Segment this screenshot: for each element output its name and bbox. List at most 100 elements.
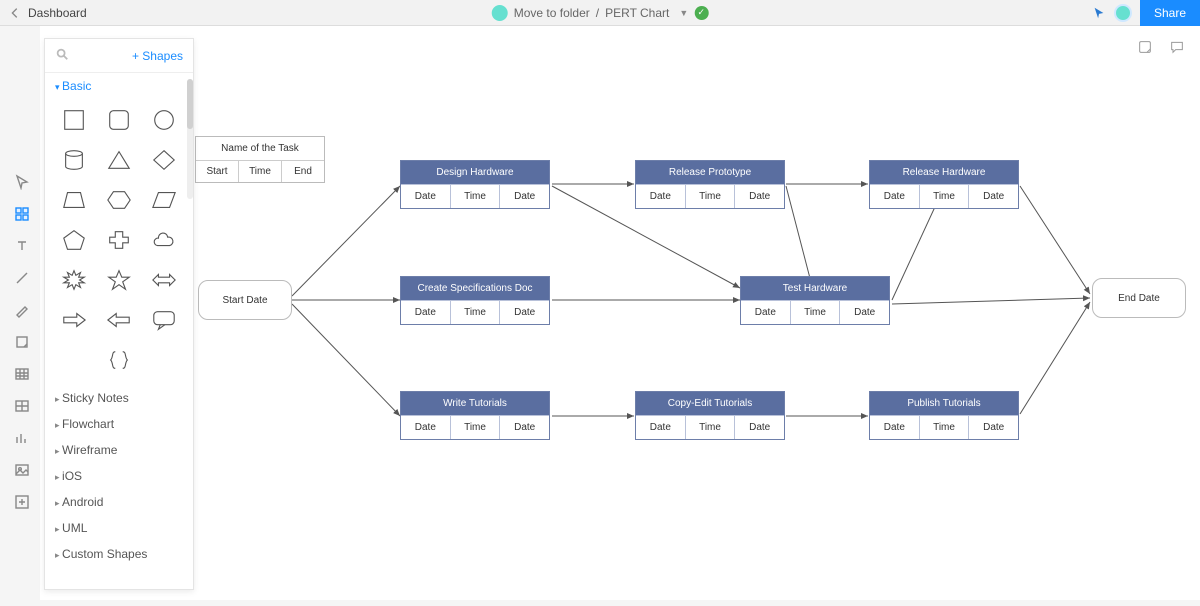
node-title: Release Hardware (870, 161, 1018, 184)
panel-scrollbar-thumb[interactable] (187, 79, 193, 129)
node-design-hardware[interactable]: Design Hardware DateTimeDate (400, 160, 550, 209)
add-shapes-button[interactable]: Shapes (132, 49, 183, 63)
user-avatar-icon[interactable] (1114, 4, 1132, 22)
top-bar: Dashboard Move to folder / PERT Chart ▼ … (0, 0, 1200, 26)
node-release-prototype[interactable]: Release Prototype DateTimeDate (635, 160, 785, 209)
cell-time: Time (686, 415, 736, 439)
node-start-date[interactable]: Start Date (198, 280, 292, 320)
line-tool-icon[interactable] (12, 268, 32, 288)
cell-date: Date (500, 300, 549, 324)
shape-burst-icon[interactable] (57, 267, 90, 293)
shape-triangle-icon[interactable] (102, 147, 135, 173)
node-title: Publish Tutorials (870, 392, 1018, 415)
shape-braces-icon[interactable] (102, 347, 135, 373)
cell-date: Date (969, 415, 1018, 439)
breadcrumb-caret-icon[interactable]: ▼ (679, 8, 688, 18)
node-title: Test Hardware (741, 277, 889, 300)
node-release-hardware[interactable]: Release Hardware DateTimeDate (869, 160, 1019, 209)
category-uml[interactable]: UML (45, 515, 193, 541)
category-sticky-notes[interactable]: Sticky Notes (45, 385, 193, 411)
legend-cell-end: End (282, 161, 324, 182)
node-write-tutorials[interactable]: Write Tutorials DateTimeDate (400, 391, 550, 440)
shape-pentagon-icon[interactable] (57, 227, 90, 253)
cell-date: Date (500, 184, 549, 208)
shape-trapezoid-icon[interactable] (57, 187, 90, 213)
shapes-tool-icon[interactable] (12, 204, 32, 224)
category-android[interactable]: Android (45, 489, 193, 515)
table-tool-icon[interactable] (12, 364, 32, 384)
dashboard-link[interactable]: Dashboard (28, 6, 87, 20)
legend-cell-time: Time (239, 161, 282, 182)
legend-cell-start: Start (196, 161, 239, 182)
shape-arrow-right-icon[interactable] (57, 307, 90, 333)
notes-panel-icon[interactable] (1134, 36, 1156, 58)
image-tool-icon[interactable] (12, 460, 32, 480)
shape-speech-bubble-icon[interactable] (148, 307, 181, 333)
text-tool-icon[interactable] (12, 236, 32, 256)
cell-time: Time (920, 184, 970, 208)
shape-star-icon[interactable] (102, 267, 135, 293)
node-title: Write Tutorials (401, 392, 549, 415)
select-tool-icon[interactable] (12, 172, 32, 192)
cell-date: Date (870, 184, 920, 208)
note-tool-icon[interactable] (12, 332, 32, 352)
category-flowchart[interactable]: Flowchart (45, 411, 193, 437)
category-custom-shapes[interactable]: Custom Shapes (45, 541, 193, 567)
shape-plus-icon[interactable] (102, 227, 135, 253)
legend-task-box[interactable]: Name of the Task Start Time End (195, 136, 325, 183)
shape-rounded-rect-icon[interactable] (102, 107, 135, 133)
cell-date: Date (500, 415, 549, 439)
shape-diamond-icon[interactable] (148, 147, 181, 173)
breadcrumb-file[interactable]: PERT Chart (605, 6, 669, 20)
shape-arrow-left-icon[interactable] (102, 307, 135, 333)
category-wireframe[interactable]: Wireframe (45, 437, 193, 463)
node-title: Create Specifications Doc (401, 277, 549, 300)
chart-tool-icon[interactable] (12, 428, 32, 448)
node-test-hardware[interactable]: Test Hardware DateTimeDate (740, 276, 890, 325)
node-title: Release Prototype (636, 161, 784, 184)
shape-cylinder-icon[interactable] (57, 147, 90, 173)
canvas-top-right-tools (1134, 36, 1188, 58)
shape-circle-icon[interactable] (148, 107, 181, 133)
comments-panel-icon[interactable] (1166, 36, 1188, 58)
cell-date: Date (969, 184, 1018, 208)
breadcrumb-folder[interactable]: Move to folder (514, 6, 590, 20)
shape-cloud-icon[interactable] (148, 227, 181, 253)
diagram-canvas[interactable]: Name of the Task Start Time End Start Da… (40, 26, 1200, 600)
cell-date: Date (401, 184, 451, 208)
cell-time: Time (791, 300, 841, 324)
breadcrumb-separator: / (596, 6, 599, 20)
owner-avatar-icon (492, 5, 508, 21)
shape-hexagon-icon[interactable] (102, 187, 135, 213)
back-chevron-icon[interactable] (8, 6, 22, 20)
category-ios[interactable]: iOS (45, 463, 193, 489)
top-right-controls: Share (1092, 0, 1200, 26)
legend-title: Name of the Task (196, 137, 324, 161)
add-tool-icon[interactable] (12, 492, 32, 512)
cell-date: Date (735, 184, 784, 208)
cell-time: Time (686, 184, 736, 208)
shape-parallelogram-icon[interactable] (148, 187, 181, 213)
grid-tool-icon[interactable] (12, 396, 32, 416)
left-toolbar (12, 172, 36, 512)
search-shapes-icon[interactable] (55, 47, 69, 64)
cell-time: Time (451, 415, 501, 439)
category-basic[interactable]: Basic (45, 73, 193, 99)
node-publish-tutorials[interactable]: Publish Tutorials DateTimeDate (869, 391, 1019, 440)
node-copyedit-tutorials[interactable]: Copy-Edit Tutorials DateTimeDate (635, 391, 785, 440)
share-button[interactable]: Share (1140, 0, 1200, 26)
node-title: Copy-Edit Tutorials (636, 392, 784, 415)
node-create-spec[interactable]: Create Specifications Doc DateTimeDate (400, 276, 550, 325)
pen-tool-icon[interactable] (12, 300, 32, 320)
cell-date: Date (636, 184, 686, 208)
node-title: Design Hardware (401, 161, 549, 184)
shape-double-arrow-icon[interactable] (148, 267, 181, 293)
cell-date: Date (636, 415, 686, 439)
cell-date: Date (401, 415, 451, 439)
shape-square-icon[interactable] (57, 107, 90, 133)
cell-time: Time (451, 300, 501, 324)
cell-date: Date (840, 300, 889, 324)
basic-shape-grid (45, 99, 193, 385)
node-end-date[interactable]: End Date (1092, 278, 1186, 318)
cell-date: Date (741, 300, 791, 324)
